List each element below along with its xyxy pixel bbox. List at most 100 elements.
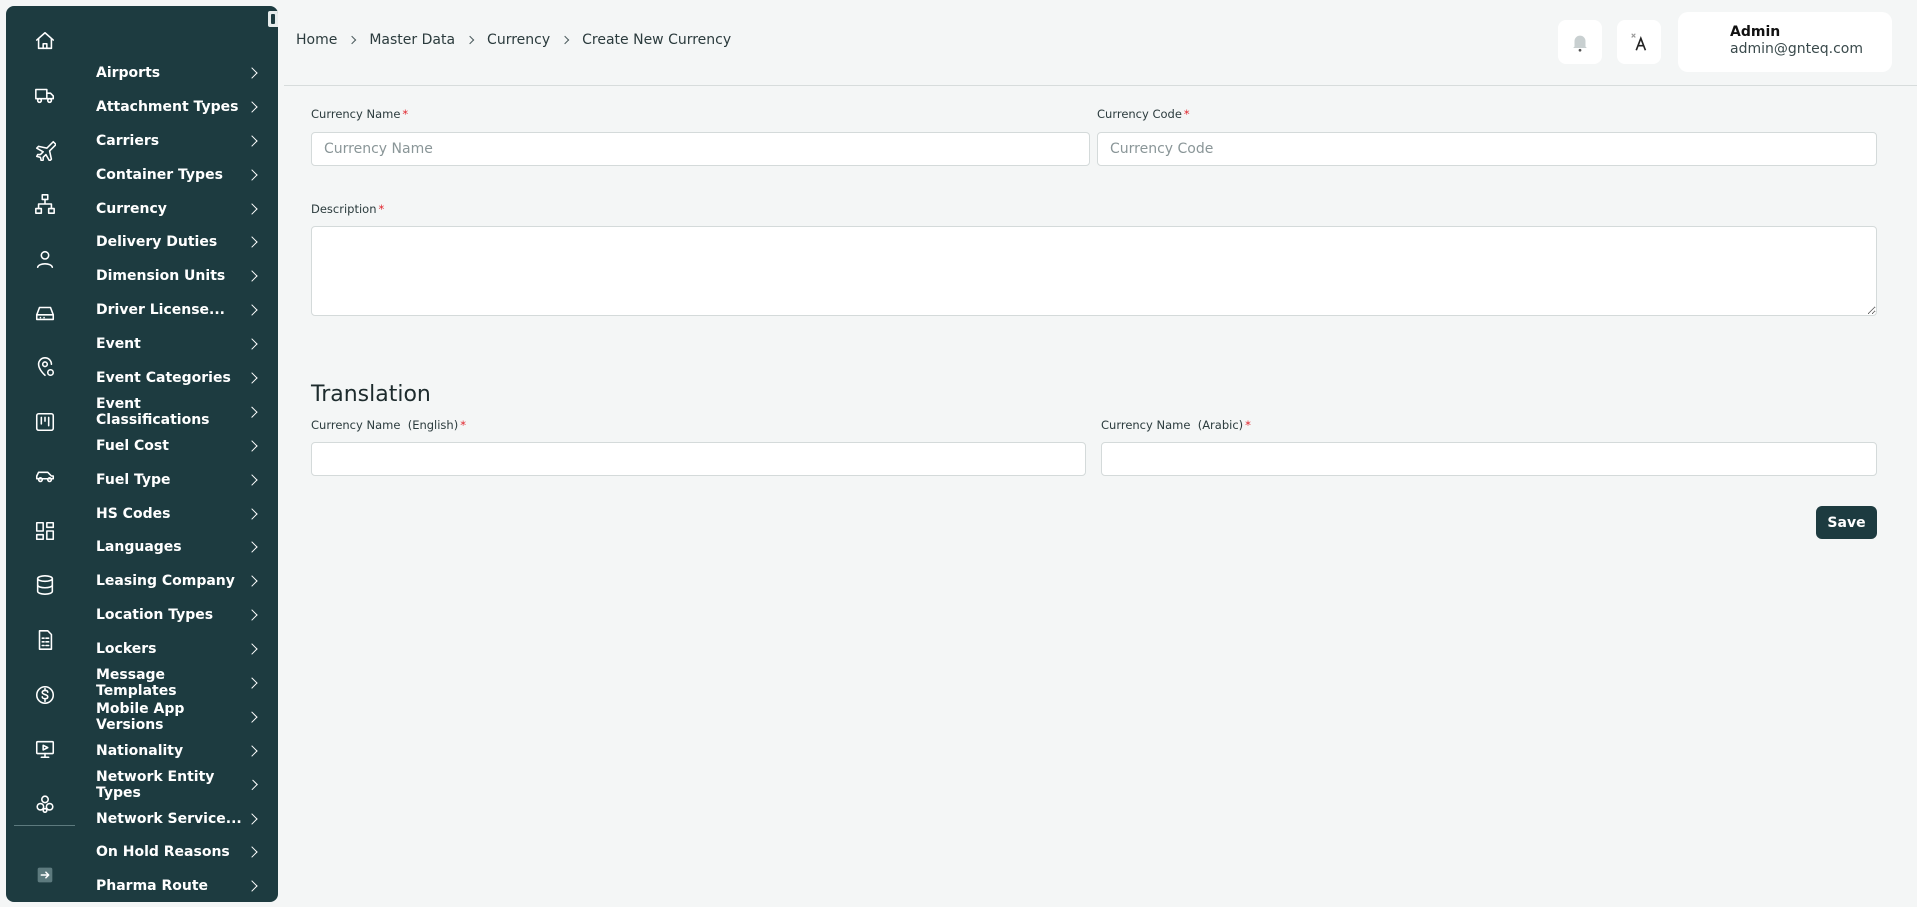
- chevron-right-icon: [246, 338, 258, 350]
- sidebar-collapse-icon[interactable]: [268, 11, 278, 27]
- sidebar-item-label: Currency: [96, 200, 167, 217]
- sidebar-item-languages[interactable]: Languages: [96, 530, 270, 564]
- breadcrumb-current-page: Create New Currency: [582, 32, 732, 48]
- user-profile-card[interactable]: Admin admin@gnteq.com: [1678, 12, 1892, 72]
- sidebar-item-event-classifications[interactable]: Event Classifications: [96, 395, 270, 429]
- notifications-button[interactable]: [1558, 20, 1602, 64]
- sidebar-item-pharma-route[interactable]: Pharma Route: [96, 869, 270, 902]
- chevron-right-icon: [246, 67, 258, 79]
- sidebar-item-lockers[interactable]: Lockers: [96, 632, 270, 666]
- label-text: Description: [311, 202, 377, 216]
- sidebar-item-attachment-types[interactable]: Attachment Types: [96, 90, 270, 124]
- sidebar-item-label: On Hold Reasons: [96, 844, 230, 861]
- sidebar-item-label: HS Codes: [96, 505, 171, 522]
- sidebar-menu: Airports Attachment Types Carriers Conta…: [96, 56, 270, 902]
- sidebar-item-on-hold-reasons[interactable]: On Hold Reasons: [96, 835, 270, 869]
- car-icon[interactable]: [31, 462, 59, 490]
- network-icon[interactable]: [31, 190, 59, 218]
- label-text: Currency Code: [1097, 107, 1182, 121]
- required-marker: *: [402, 107, 409, 121]
- sidebar-item-label: Event Classifications: [96, 395, 210, 428]
- currency-code-label: Currency Code *: [1097, 107, 1190, 121]
- location-settings-icon[interactable]: [31, 353, 59, 381]
- sidebar-item-currency[interactable]: Currency: [96, 192, 270, 226]
- chevron-right-icon: [246, 745, 258, 757]
- language-button[interactable]: [1617, 20, 1661, 64]
- database-icon[interactable]: [31, 571, 59, 599]
- chevron-right-icon: [246, 507, 258, 520]
- drive-icon[interactable]: [31, 299, 59, 327]
- sidebar-item-label: Network Service...: [96, 810, 242, 827]
- sidebar-item-label: Fuel Type: [96, 471, 171, 488]
- chevron-right-icon: [246, 677, 258, 689]
- sidebar-item-fuel-cost[interactable]: Fuel Cost: [96, 429, 270, 463]
- monitor-play-icon[interactable]: [31, 735, 59, 763]
- description-textarea[interactable]: [311, 226, 1877, 316]
- top-bar: Home Master Data Currency Create New Cur…: [284, 0, 1917, 86]
- sidebar-item-label: Driver License...: [96, 302, 225, 319]
- sidebar-item-label: Lockers: [96, 641, 157, 658]
- truck-icon[interactable]: [31, 81, 59, 109]
- required-marker: *: [1245, 418, 1251, 432]
- sidebar-item-network-entity-types[interactable]: Network Entity Types: [96, 768, 270, 802]
- sidebar-item-label: Message Templates: [96, 666, 177, 699]
- sidebar-item-event-categories[interactable]: Event Categories: [96, 361, 270, 395]
- dollar-icon[interactable]: [31, 681, 59, 709]
- chevron-right-icon: [246, 541, 258, 554]
- currency-name-arabic-label: Currency Name (Arabic) *: [1101, 418, 1251, 432]
- sidebar-item-label: Languages: [96, 539, 182, 556]
- sidebar-item-label: Delivery Duties: [96, 234, 218, 251]
- sidebar-item-container-types[interactable]: Container Types: [96, 158, 270, 192]
- required-marker: *: [460, 418, 466, 432]
- sidebar-item-label: Location Types: [96, 607, 214, 624]
- sidebar-item-label: Pharma Route: [96, 878, 209, 895]
- report-icon[interactable]: [31, 626, 59, 654]
- plane-icon[interactable]: [31, 136, 59, 164]
- sidebar-item-label: Mobile App Versions: [96, 700, 185, 733]
- sidebar-item-fuel-type[interactable]: Fuel Type: [96, 463, 270, 497]
- sidebar-item-hs-codes[interactable]: HS Codes: [96, 497, 270, 531]
- currency-code-input[interactable]: [1097, 132, 1877, 166]
- cluster-icon[interactable]: [31, 790, 59, 818]
- home-icon[interactable]: [31, 27, 59, 55]
- dashboard-grid-icon[interactable]: [31, 517, 59, 545]
- chevron-right-icon: [246, 101, 258, 113]
- logout-icon[interactable]: [31, 861, 59, 889]
- required-marker: *: [1183, 107, 1190, 121]
- chevron-right-icon: [246, 575, 258, 587]
- sidebar-item-location-types[interactable]: Location Types: [96, 598, 270, 632]
- sidebar-item-network-service[interactable]: Network Service...: [96, 802, 270, 836]
- currency-name-arabic-input[interactable]: [1101, 442, 1877, 476]
- chevron-right-icon: [246, 168, 258, 181]
- currency-name-english-input[interactable]: [311, 442, 1086, 476]
- sidebar-item-label: Container Types: [96, 166, 223, 183]
- sidebar-item-label: Leasing Company: [96, 573, 235, 590]
- user-icon[interactable]: [31, 245, 59, 273]
- breadcrumb-currency[interactable]: Currency: [487, 32, 550, 48]
- sidebar-item-driver-license[interactable]: Driver License...: [96, 293, 270, 327]
- sidebar: Airports Attachment Types Carriers Conta…: [6, 6, 278, 902]
- breadcrumb-home[interactable]: Home: [296, 32, 337, 48]
- sidebar-item-mobile-app-versions[interactable]: Mobile App Versions: [96, 700, 270, 734]
- chevron-right-icon: [246, 270, 258, 282]
- save-button[interactable]: Save: [1816, 506, 1877, 539]
- chevron-right-icon: [348, 35, 357, 45]
- translate-icon: [1631, 33, 1647, 51]
- chevron-right-icon: [246, 812, 258, 825]
- sidebar-item-leasing-company[interactable]: Leasing Company: [96, 564, 270, 598]
- sidebar-item-event[interactable]: Event: [96, 327, 270, 361]
- chevron-right-icon: [246, 202, 258, 215]
- sidebar-item-label: Event Categories: [96, 369, 231, 386]
- sidebar-item-label: Event: [96, 336, 141, 353]
- sidebar-item-nationality[interactable]: Nationality: [96, 734, 270, 768]
- sidebar-item-message-templates[interactable]: Message Templates: [96, 666, 270, 700]
- description-label: Description *: [311, 202, 384, 216]
- sidebar-item-dimension-units[interactable]: Dimension Units: [96, 259, 270, 293]
- sidebar-item-carriers[interactable]: Carriers: [96, 124, 270, 158]
- sidebar-item-delivery-duties[interactable]: Delivery Duties: [96, 225, 270, 259]
- kanban-icon[interactable]: [31, 408, 59, 436]
- currency-name-input[interactable]: [311, 132, 1090, 166]
- sidebar-item-airports[interactable]: Airports: [96, 56, 270, 90]
- breadcrumb-master-data[interactable]: Master Data: [369, 32, 455, 48]
- chevron-right-icon: [246, 846, 258, 859]
